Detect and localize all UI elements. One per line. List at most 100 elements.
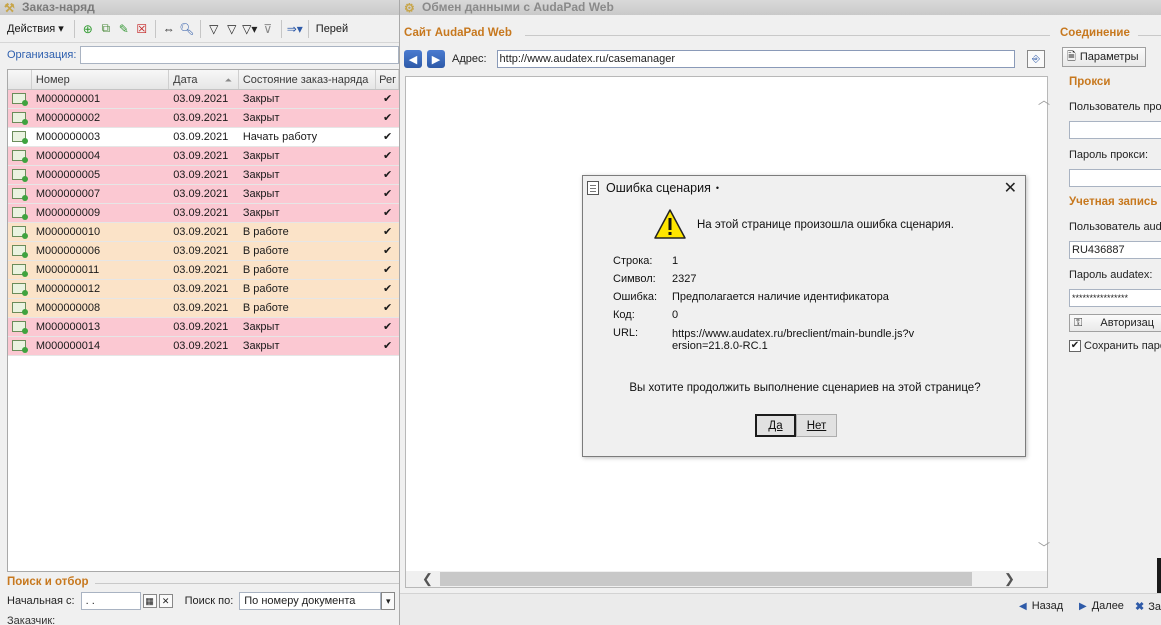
row-date: 03.09.2021 [173,302,229,314]
order-list-toolbar: Действия ▾ ⊕ ⧉ ✎ ☒ ⇔ 🔍︎ ▽ ▽ ▽▾ ⊽ ⇒▾ Пере… [0,15,399,43]
clear-icon[interactable]: ✕ [158,594,173,608]
filter-list-icon[interactable]: ▽ [223,20,241,38]
toolbar-separator [73,19,75,38]
yes-button[interactable]: Да [755,414,796,437]
proxy-user-input[interactable] [1069,121,1161,139]
check-icon: ✔ [382,112,393,124]
close-label: За [1148,600,1161,613]
row-state: Закрыт [242,112,280,124]
delete-icon[interactable]: ☒ [133,20,151,38]
window-edge [1157,558,1161,598]
find-icon[interactable]: 🔍︎ [178,20,196,38]
close-icon[interactable]: ✕ [1004,178,1017,198]
scroll-right-icon[interactable]: ❯ [1004,571,1015,587]
column-header-reg[interactable]: Рег [376,70,399,89]
add-icon[interactable]: ⊕ [79,20,97,38]
copy-icon[interactable]: ⧉ [97,20,115,38]
goto-button[interactable]: Перей [313,19,351,39]
export-icon[interactable]: ⇒▾ [286,20,304,38]
code-value: 0 [672,309,679,321]
search-row: Начальная с: . . ▦ ✕ Поиск по: По номеру… [7,592,399,610]
document-posted-icon [12,169,28,182]
column-header-state[interactable]: Состояние заказ-наряда [239,70,377,89]
save-password-checkbox[interactable]: ✔ [1069,340,1081,352]
search-by-select[interactable]: По номеру документа [239,592,382,610]
row-number: M000000003 [35,131,101,143]
customer-label: Заказчик: [7,615,56,625]
document-posted-icon [12,93,28,106]
table-row[interactable]: M000000010 03.09.2021 В работе ✔ [8,223,399,242]
filter-menu-icon[interactable]: ▽▾ [241,20,259,38]
row-doc-icon [8,147,32,165]
no-label: Нет [806,419,827,432]
navigate-icon[interactable]: ⎆ [1027,50,1045,68]
calendar-icon[interactable]: ▦ [142,594,157,608]
column-header-date[interactable]: Дата ⏶ [169,70,239,89]
table-row[interactable]: M000000008 03.09.2021 В работе ✔ [8,299,399,318]
column-header-number[interactable]: Номер [32,70,170,89]
authorize-button[interactable]: ⚿ Авторизац [1069,314,1161,332]
settings-wrench-icon: ⚒ [4,1,15,15]
back-button[interactable]: ◀ Назад [1019,600,1063,612]
table-row[interactable]: M000000004 03.09.2021 Закрыт ✔ [8,147,399,166]
row-date: 03.09.2021 [173,321,229,333]
filter-icon[interactable]: ▽ [205,20,223,38]
scroll-left-icon[interactable]: ❮ [422,571,433,587]
back-label: Назад [1031,600,1064,612]
table-row[interactable]: M000000006 03.09.2021 В работе ✔ [8,242,399,261]
no-button[interactable]: Нет [796,414,837,437]
row-number: M000000005 [35,169,101,181]
close-button[interactable]: ✖ За [1135,600,1161,614]
proxy-section-title: Прокси [1069,76,1111,88]
address-input[interactable]: http://www.audatex.ru/casemanager [496,50,1015,68]
row-number: M000000006 [35,245,101,257]
actions-menu-button[interactable]: Действия ▾ [4,19,67,39]
clear-filter-icon[interactable]: ⊽ [259,20,277,38]
proxy-password-input[interactable] [1069,169,1161,187]
table-row[interactable]: M000000007 03.09.2021 Закрыт ✔ [8,185,399,204]
row-date: 03.09.2021 [173,283,229,295]
key-icon: ⚿ [1074,316,1083,329]
row-number: M000000010 [35,226,101,238]
start-date-input[interactable]: . . [80,592,141,610]
back-arrow-icon[interactable]: ◀ [404,50,422,68]
parameters-button[interactable]: 🗎︎ Параметры [1062,47,1146,67]
horizontal-scrollbar[interactable]: ❮ ❯ [406,571,1047,587]
row-date: 03.09.2021 [173,112,229,124]
proxy-user-label: Пользователь прок [1069,101,1161,113]
table-row[interactable]: M000000009 03.09.2021 Закрыт ✔ [8,204,399,223]
column-header-icon[interactable] [8,70,32,89]
organization-input[interactable] [80,46,399,64]
toolbar-separator [199,19,201,38]
row-state: Закрыт [242,150,280,162]
row-doc-icon [8,318,32,336]
table-row[interactable]: M000000003 03.09.2021 Начать работу ✔ [8,128,399,147]
audatex-user-label: Пользователь aud [1069,221,1161,233]
chevron-down-icon[interactable]: ▾ [381,592,396,610]
table-row[interactable]: M000000012 03.09.2021 В работе ✔ [8,280,399,299]
next-button[interactable]: ▶ Далее [1079,600,1124,612]
check-icon: ✔ [382,245,393,257]
check-icon: ✔ [382,150,393,162]
table-row[interactable]: M000000011 03.09.2021 В работе ✔ [8,261,399,280]
next-label: Далее [1091,600,1124,612]
edit-icon[interactable]: ✎ [115,20,133,38]
scrollbar-thumb[interactable] [440,572,972,586]
exchange-titlebar: ⚙ Обмен данными с AudaPad Web [400,0,1161,15]
table-row[interactable]: M000000002 03.09.2021 Закрыт ✔ [8,109,399,128]
swap-icon[interactable]: ⇔ [160,20,178,38]
forward-arrow-icon[interactable]: ▶ [427,50,445,68]
table-row[interactable]: M000000001 03.09.2021 Закрыт ✔ [8,90,399,109]
row-state: В работе [242,226,289,238]
section-divider [95,583,399,584]
save-password-row: ✔ Сохранить паро [1069,340,1161,352]
table-row[interactable]: M000000013 03.09.2021 Закрыт ✔ [8,318,399,337]
scroll-down-icon[interactable]: ﹀ [1038,539,1050,556]
scroll-up-icon[interactable]: ︿ [1038,91,1050,108]
table-row[interactable]: M000000005 03.09.2021 Закрыт ✔ [8,166,399,185]
row-date: 03.09.2021 [173,245,229,257]
table-row[interactable]: M000000014 03.09.2021 Закрыт ✔ [8,337,399,356]
audatex-password-input[interactable]: **************** [1069,289,1161,307]
audatex-user-input[interactable]: RU436887 [1069,241,1161,259]
document-posted-icon [12,321,28,334]
